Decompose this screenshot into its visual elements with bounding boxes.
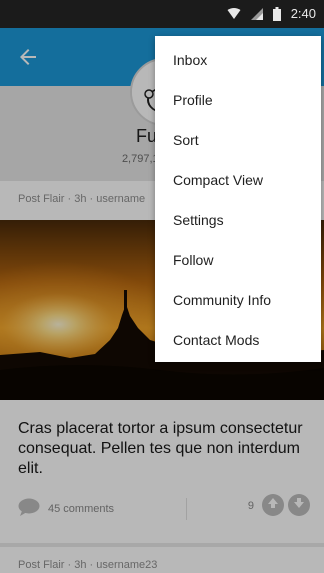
- menu-item-profile[interactable]: Profile: [155, 80, 321, 120]
- overflow-menu: Inbox Profile Sort Compact View Settings…: [155, 36, 321, 362]
- status-bar: 2:40: [0, 0, 324, 28]
- menu-item-community-info[interactable]: Community Info: [155, 280, 321, 320]
- menu-item-inbox[interactable]: Inbox: [155, 40, 321, 80]
- signal-icon: [250, 7, 263, 20]
- status-time: 2:40: [290, 6, 316, 21]
- menu-item-settings[interactable]: Settings: [155, 200, 321, 240]
- menu-item-contact-mods[interactable]: Contact Mods: [155, 320, 321, 360]
- status-icons: 2:40: [227, 6, 316, 21]
- menu-item-sort[interactable]: Sort: [155, 120, 321, 160]
- menu-item-compact-view[interactable]: Compact View: [155, 160, 321, 200]
- wifi-icon: [227, 7, 241, 21]
- menu-item-follow[interactable]: Follow: [155, 240, 321, 280]
- battery-icon: [272, 6, 281, 21]
